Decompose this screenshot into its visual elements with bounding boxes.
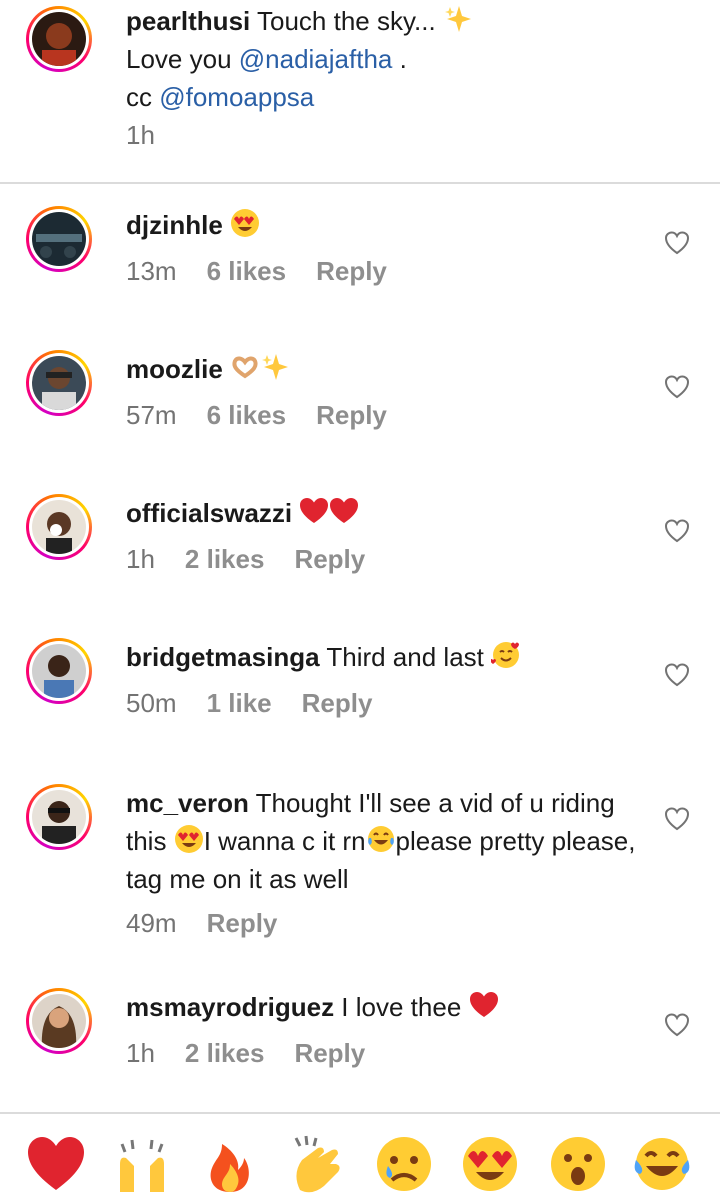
reply-button[interactable]: Reply	[316, 256, 387, 286]
divider	[0, 1112, 720, 1114]
red-heart-icon	[300, 498, 329, 523]
mention-link[interactable]: @nadiajaftha	[239, 44, 393, 74]
comment-text: bridgetmasinga Third and last	[126, 638, 646, 676]
avatar[interactable]	[26, 638, 92, 704]
comment-meta: 50m 1 like Reply	[126, 688, 402, 719]
likes-count[interactable]: 6 likes	[207, 400, 287, 430]
comment-meta: 1h 2 likes Reply	[126, 544, 395, 575]
comment-time: 1h	[126, 1038, 155, 1068]
mention-link[interactable]: @fomoappsa	[159, 82, 314, 112]
comment-time: 50m	[126, 688, 177, 718]
divider	[0, 182, 720, 184]
tears-of-joy-icon[interactable]	[632, 1134, 692, 1194]
avatar[interactable]	[26, 350, 92, 416]
sparkles-icon	[444, 6, 471, 32]
likes-count[interactable]: 2 likes	[185, 1038, 265, 1068]
comment-time: 57m	[126, 400, 177, 430]
avatar[interactable]	[26, 988, 92, 1054]
clapping-hands-icon[interactable]	[288, 1134, 348, 1194]
raising-hands-icon[interactable]	[112, 1134, 172, 1194]
comment-username[interactable]: bridgetmasinga	[126, 642, 320, 672]
like-heart-icon[interactable]	[664, 1012, 690, 1038]
reply-button[interactable]: Reply	[302, 688, 373, 718]
likes-count[interactable]: 6 likes	[207, 256, 287, 286]
avatar[interactable]	[26, 784, 92, 850]
likes-count[interactable]: 1 like	[207, 688, 272, 718]
reply-button[interactable]: Reply	[294, 1038, 365, 1068]
comment-text: msmayrodriguez I love thee	[126, 988, 646, 1026]
heart-hands-icon	[232, 356, 258, 379]
like-heart-icon[interactable]	[664, 374, 690, 400]
comment-meta: 13m 6 likes Reply	[126, 256, 417, 287]
fire-icon[interactable]	[200, 1134, 260, 1194]
reply-button[interactable]: Reply	[294, 544, 365, 574]
surprised-icon[interactable]	[548, 1134, 608, 1194]
like-heart-icon[interactable]	[664, 518, 690, 544]
comment-meta: 49m Reply	[126, 908, 307, 939]
red-heart-icon	[330, 498, 359, 523]
comment-meta: 1h 2 likes Reply	[126, 1038, 395, 1069]
caption-username[interactable]: pearlthusi	[126, 6, 250, 36]
red-heart-icon[interactable]	[26, 1134, 86, 1194]
comment-text: mc_veron Thought I'll see a vid of u rid…	[126, 788, 636, 894]
avatar[interactable]	[26, 494, 92, 560]
comment-meta: 57m 6 likes Reply	[126, 400, 417, 431]
sparkles-icon	[262, 354, 289, 380]
comment-time: 13m	[126, 256, 177, 286]
emoji-reaction-bar	[0, 1126, 720, 1193]
caption-text: pearlthusi Touch the sky... Love you @na…	[126, 2, 473, 116]
like-heart-icon[interactable]	[664, 230, 690, 256]
comment-username[interactable]: mc_veron	[126, 788, 249, 818]
comment-time: 49m	[126, 908, 177, 938]
comment-username[interactable]: officialswazzi	[126, 498, 292, 528]
heart-eyes-icon	[231, 209, 260, 237]
comment-text: moozlie	[126, 350, 646, 388]
tears-of-joy-icon	[367, 826, 394, 852]
heart-eyes-icon[interactable]	[460, 1134, 520, 1194]
caption-time: 1h	[126, 120, 155, 150]
smiling-hearts-icon	[491, 642, 520, 668]
comment-username[interactable]: moozlie	[126, 354, 223, 384]
red-heart-icon	[469, 992, 498, 1017]
sad-tear-icon[interactable]	[374, 1134, 434, 1194]
comment-text: djzinhle	[126, 206, 646, 244]
post-caption: pearlthusi Touch the sky... Love you @na…	[0, 0, 720, 182]
avatar[interactable]	[26, 6, 92, 72]
comment-text: officialswazzi	[126, 494, 646, 532]
like-heart-icon[interactable]	[664, 662, 690, 688]
reply-button[interactable]: Reply	[316, 400, 387, 430]
comment-time: 1h	[126, 544, 155, 574]
likes-count[interactable]: 2 likes	[185, 544, 265, 574]
comment-username[interactable]: djzinhle	[126, 210, 223, 240]
reply-button[interactable]: Reply	[207, 908, 278, 938]
like-heart-icon[interactable]	[664, 806, 690, 832]
avatar[interactable]	[26, 206, 92, 272]
comment-username[interactable]: msmayrodriguez	[126, 992, 334, 1022]
heart-eyes-icon	[174, 825, 203, 853]
